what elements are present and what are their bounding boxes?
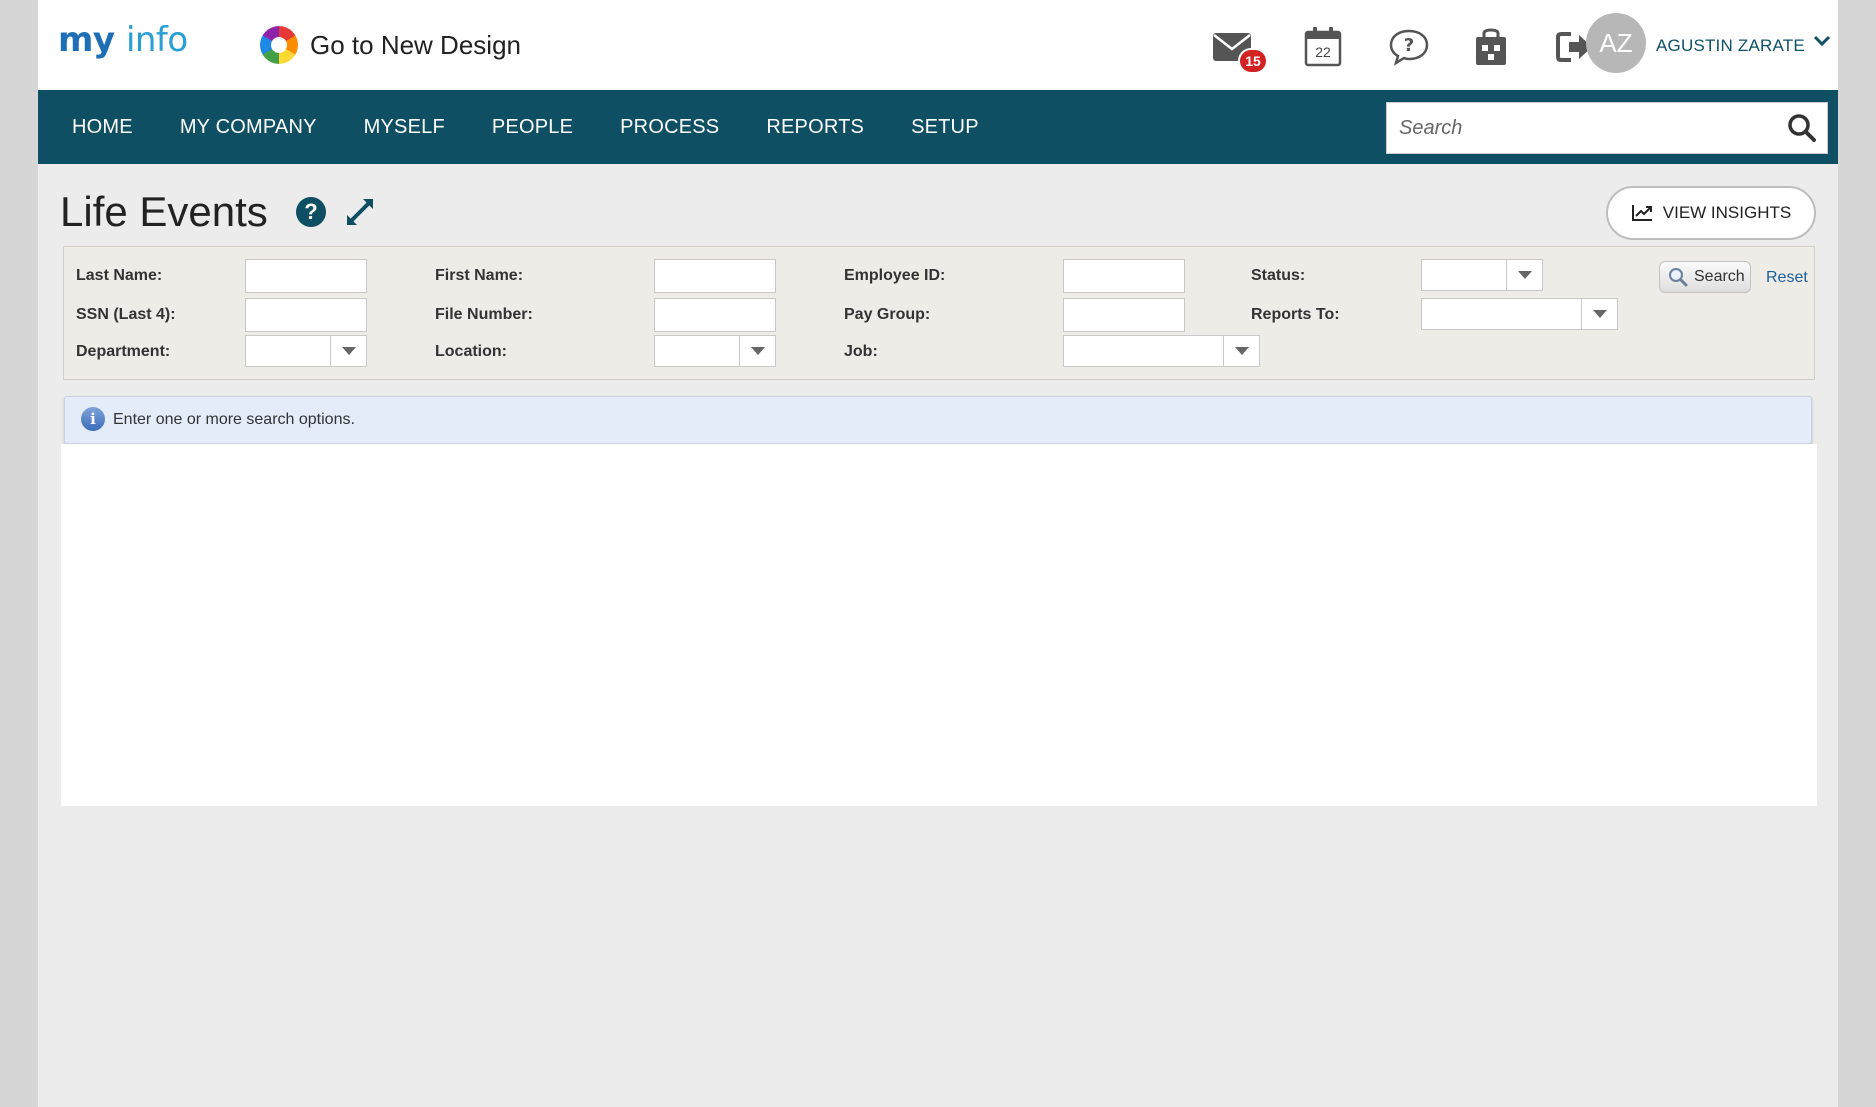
job-select[interactable]: [1063, 335, 1260, 367]
main-nav: HOME MY COMPANY MYSELF PEOPLE PROCESS RE…: [72, 90, 1026, 164]
last-name-label: Last Name:: [76, 267, 163, 284]
global-search: [1386, 102, 1828, 154]
logo-my: my: [58, 20, 115, 60]
filter-search-button[interactable]: Search: [1659, 261, 1751, 293]
info-message: Enter one or more search options.: [113, 411, 355, 428]
help-icon[interactable]: ?: [296, 197, 326, 227]
color-wheel-icon: [260, 26, 298, 64]
info-message-bar: i Enter one or more search options.: [64, 396, 1812, 444]
view-insights-label: VIEW INSIGHTS: [1662, 203, 1792, 222]
line-chart-icon: [1631, 205, 1652, 221]
chevron-down-icon: [1506, 260, 1542, 290]
chevron-down-icon[interactable]: [1813, 34, 1831, 48]
app-frame: my info Go to New Design 15 22 ? AZ AGUS…: [38, 0, 1838, 1107]
myinfo-logo[interactable]: my info: [58, 20, 188, 60]
info-icon: i: [81, 407, 105, 431]
mail-button[interactable]: 15: [1210, 24, 1268, 74]
question-bubble-icon: ?: [1389, 29, 1429, 66]
reset-link[interactable]: Reset: [1766, 269, 1808, 287]
shopping-bag-icon: [1476, 28, 1506, 65]
go-to-new-design-link[interactable]: Go to New Design: [260, 26, 521, 64]
pay-group-label: Pay Group:: [844, 306, 931, 323]
chevron-down-icon: [1581, 299, 1617, 329]
global-search-input[interactable]: [1387, 103, 1767, 153]
calendar-button[interactable]: 22: [1300, 24, 1346, 70]
department-label: Department:: [76, 343, 171, 360]
ssn-input[interactable]: [245, 298, 367, 332]
expand-icon[interactable]: [344, 196, 376, 228]
employee-id-input[interactable]: [1063, 259, 1185, 293]
chevron-down-icon: [739, 336, 775, 366]
search-icon[interactable]: [1787, 113, 1817, 143]
nav-process[interactable]: PROCESS: [620, 116, 719, 139]
ssn-label: SSN (Last 4):: [76, 306, 176, 323]
department-select[interactable]: [245, 335, 367, 367]
nav-reports[interactable]: REPORTS: [766, 116, 864, 139]
user-name[interactable]: AGUSTIN ZARATE: [1656, 36, 1805, 56]
nav-home[interactable]: HOME: [72, 116, 133, 139]
filter-search-label: Search: [1694, 268, 1745, 285]
top-header: my info Go to New Design 15 22 ? AZ AGUS…: [38, 0, 1838, 90]
mail-count-badge: 15: [1238, 48, 1268, 74]
view-insights-button[interactable]: VIEW INSIGHTS: [1606, 186, 1816, 240]
job-label: Job:: [844, 343, 878, 360]
status-label: Status:: [1251, 267, 1306, 284]
chevron-down-icon: [1223, 336, 1259, 366]
first-name-input[interactable]: [654, 259, 776, 293]
svg-text:?: ?: [1404, 35, 1414, 56]
reports-to-select[interactable]: [1421, 298, 1618, 330]
pay-group-input[interactable]: [1063, 298, 1185, 332]
nav-setup[interactable]: SETUP: [911, 116, 979, 139]
main-nav-bar: HOME MY COMPANY MYSELF PEOPLE PROCESS RE…: [38, 90, 1838, 164]
reports-to-label: Reports To:: [1251, 306, 1340, 323]
results-area: [61, 444, 1817, 806]
help-chat-button[interactable]: ?: [1386, 24, 1432, 70]
search-filter-panel: Last Name: First Name: Employee ID: Stat…: [63, 246, 1815, 380]
nav-people[interactable]: PEOPLE: [492, 116, 573, 139]
file-number-label: File Number:: [435, 306, 533, 323]
status-select[interactable]: [1421, 259, 1543, 291]
calendar-day: 22: [1315, 44, 1331, 60]
last-name-input[interactable]: [245, 259, 367, 293]
nav-my-company[interactable]: MY COMPANY: [180, 116, 317, 139]
employee-id-label: Employee ID:: [844, 267, 946, 284]
location-select[interactable]: [654, 335, 776, 367]
user-avatar[interactable]: AZ: [1586, 13, 1646, 73]
logo-info: info: [125, 20, 188, 60]
page-title: Life Events: [60, 188, 268, 235]
first-name-label: First Name:: [435, 267, 524, 284]
nav-myself[interactable]: MYSELF: [364, 116, 445, 139]
magnifier-icon: [1669, 268, 1688, 287]
new-design-label: Go to New Design: [310, 29, 521, 60]
file-number-input[interactable]: [654, 298, 776, 332]
location-label: Location:: [435, 343, 507, 360]
chevron-down-icon: [330, 336, 366, 366]
store-button[interactable]: [1468, 24, 1514, 70]
